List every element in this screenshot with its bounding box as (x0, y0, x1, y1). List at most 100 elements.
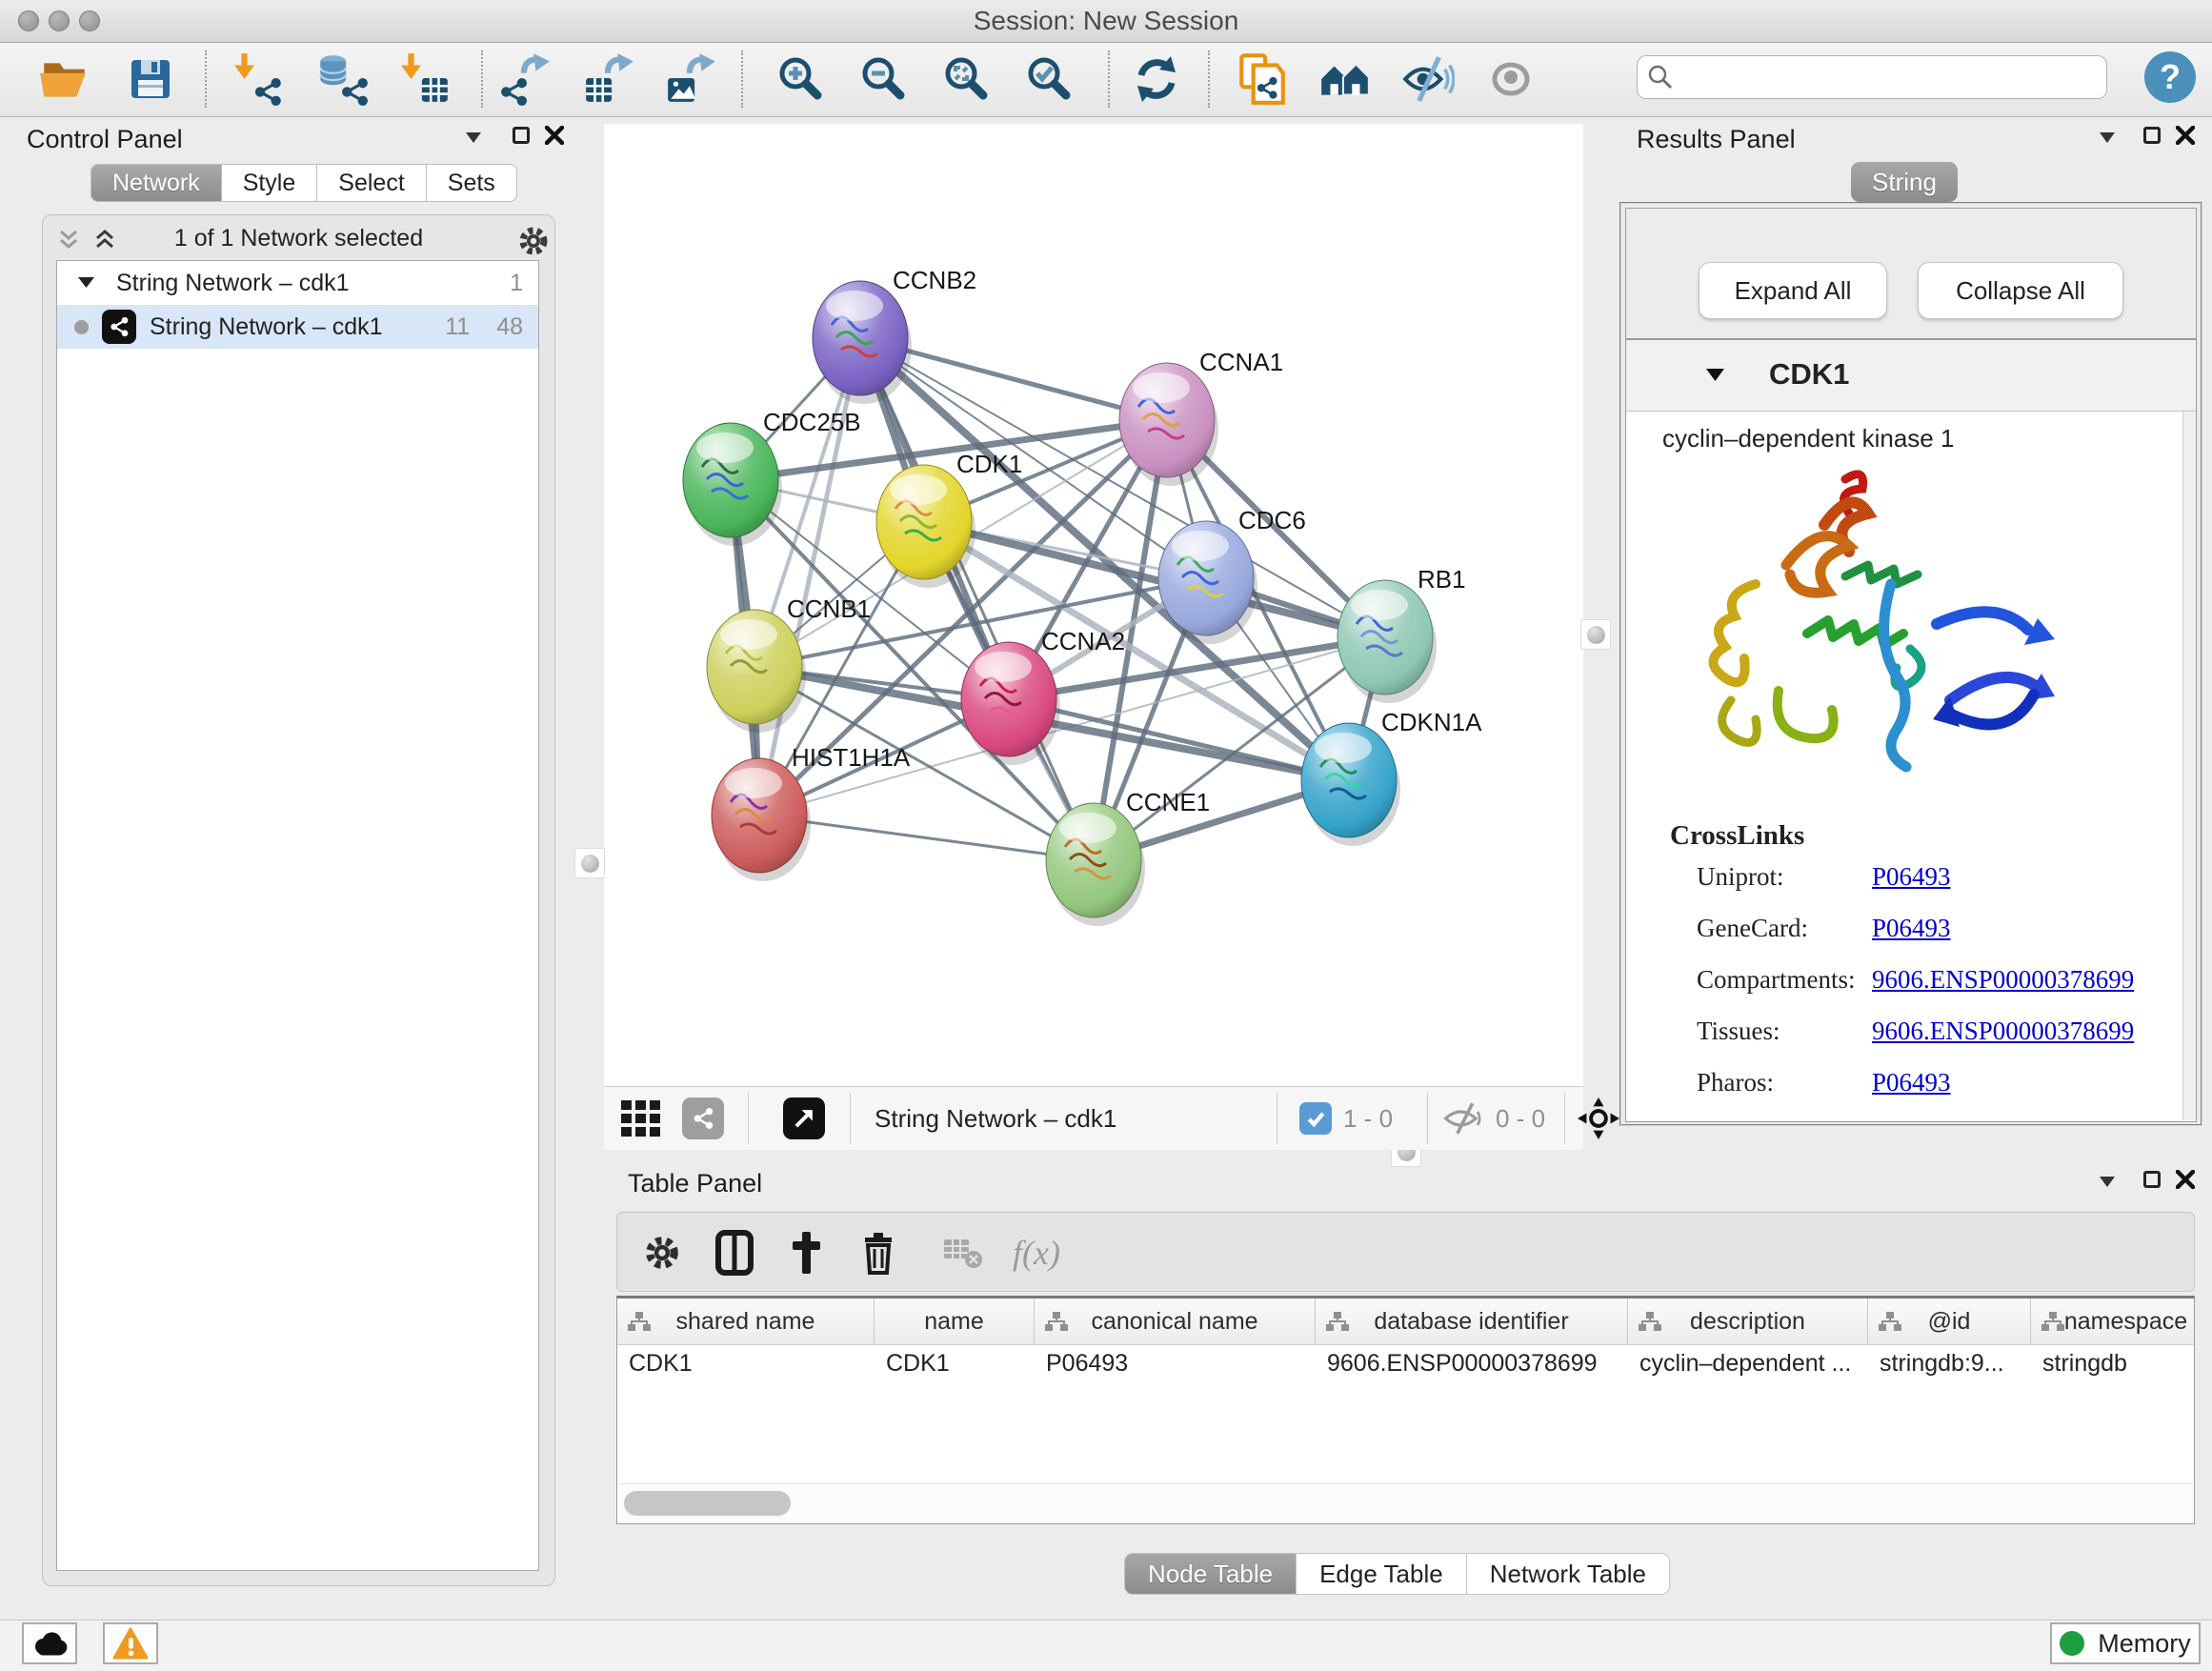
crosslink-link[interactable]: 9606.ENSP00000378699 (1872, 965, 2134, 994)
control-panel-float-button[interactable] (513, 127, 530, 144)
network-node-RB1[interactable] (1337, 580, 1433, 695)
network-canvas[interactable]: CCNB2CCNA1CDC25BCDK1CDC6RB1CCNB1CCNA2CDK… (604, 124, 1583, 1086)
search-input[interactable] (1681, 62, 2097, 93)
cloud-status-button[interactable] (22, 1622, 77, 1664)
network-collection-row[interactable]: String Network – cdk1 1 (57, 261, 538, 305)
eye-hide-icon (1399, 51, 1455, 107)
network-edge[interactable] (860, 338, 1094, 860)
zoom-selected-icon (1023, 52, 1076, 106)
table-panel-menu-caret[interactable] (2100, 1177, 2117, 1188)
column-header-database-identifier[interactable]: database identifier (1316, 1299, 1628, 1344)
open-session-button[interactable] (34, 49, 95, 110)
export-image-button[interactable] (661, 49, 722, 110)
help-button[interactable]: ? (2144, 51, 2196, 103)
network-options-gear-icon[interactable] (515, 223, 552, 259)
zoom-out-button[interactable] (854, 49, 915, 110)
right-splitter-handle[interactable] (1580, 619, 1611, 650)
tab-network[interactable]: Network (90, 164, 222, 202)
left-splitter-handle[interactable] (574, 848, 605, 878)
zoom-selected-button[interactable] (1019, 49, 1080, 110)
show-columns-button[interactable] (710, 1228, 759, 1278)
network-node-CCNE1[interactable] (1046, 803, 1141, 917)
network-node-CCNA1[interactable] (1119, 363, 1215, 477)
delete-column-button[interactable] (854, 1228, 903, 1278)
export-network-button[interactable] (495, 49, 556, 110)
function-builder-button[interactable]: f(x) (998, 1228, 1075, 1278)
table-row[interactable]: CDK1CDK1P064939606.ENSP00000378699cyclin… (617, 1345, 2194, 1385)
import-table-button[interactable] (394, 49, 455, 110)
selected-nodes-checkbox[interactable] (1299, 1102, 1332, 1135)
memory-status-dot (2060, 1631, 2084, 1656)
crosslink-link[interactable]: 9606.ENSP00000378699 (1872, 1017, 2134, 1045)
hidden-eye-icon[interactable] (1442, 1101, 1484, 1136)
tab-network-table[interactable]: Network Table (1467, 1553, 1670, 1595)
zoom-fit-button[interactable] (936, 49, 997, 110)
share-icon (691, 1106, 715, 1131)
control-panel-menu-caret[interactable] (466, 132, 483, 144)
zoom-in-button[interactable] (771, 49, 832, 110)
import-network-from-database-button[interactable] (311, 49, 372, 110)
column-header-namespace[interactable]: namespace (2031, 1299, 2195, 1344)
crosslink-link[interactable]: P06493 (1872, 914, 1951, 942)
column-header--id[interactable]: @id (1868, 1299, 2031, 1344)
results-panel-menu-caret[interactable] (2100, 132, 2117, 144)
tab-select[interactable]: Select (317, 164, 426, 202)
zoom-in-icon (774, 52, 828, 106)
network-status-dot (74, 320, 89, 334)
result-card-header[interactable]: CDK1 (1626, 340, 2196, 412)
table-options-button[interactable] (637, 1228, 687, 1278)
network-node-CCNA2[interactable] (961, 642, 1056, 756)
network-graph[interactable]: CCNB2CCNA1CDC25BCDK1CDC6RB1CCNB1CCNA2CDK… (604, 124, 1583, 1086)
network-node-CCNB2[interactable] (813, 281, 908, 395)
create-column-button[interactable] (781, 1228, 831, 1278)
column-label: database identifier (1374, 1308, 1568, 1336)
table-cell: cyclin–dependent ... (1628, 1345, 1868, 1385)
network-row-selected[interactable]: String Network – cdk1 11 48 (57, 305, 538, 349)
scrollbar-thumb[interactable] (624, 1491, 791, 1516)
tab-node-table[interactable]: Node Table (1124, 1553, 1297, 1595)
tree-expander-icon[interactable] (78, 277, 95, 289)
string-network-badge[interactable] (682, 1097, 724, 1139)
import-network-button[interactable] (228, 49, 289, 110)
collapse-all-button[interactable]: Collapse All (1918, 262, 2123, 319)
tab-string[interactable]: String (1851, 162, 1958, 202)
show-all-panels-button[interactable] (1315, 49, 1376, 110)
warnings-button[interactable] (103, 1622, 158, 1664)
clone-network-button[interactable] (1231, 49, 1292, 110)
network-node-CDK1[interactable] (876, 465, 972, 579)
crosslink-link[interactable]: P06493 (1872, 862, 1951, 891)
grid-view-icon[interactable] (621, 1100, 665, 1138)
delete-table-button[interactable] (938, 1228, 988, 1278)
tab-sets[interactable]: Sets (427, 164, 517, 202)
card-expander-icon[interactable] (1706, 369, 1725, 382)
hide-selected-button[interactable] (1397, 49, 1458, 110)
crosslink-link[interactable]: P06493 (1872, 1068, 1951, 1097)
fit-content-crosshair-icon[interactable] (1578, 1097, 1619, 1139)
memory-button[interactable]: Memory (2050, 1622, 2201, 1664)
results-scrollbar[interactable] (2182, 412, 2196, 1120)
results-panel-close-icon[interactable] (2176, 126, 2195, 145)
table-horizontal-scrollbar[interactable] (618, 1483, 2193, 1522)
tab-edge-table[interactable]: Edge Table (1297, 1553, 1467, 1595)
table-panel-close-icon[interactable] (2176, 1170, 2195, 1189)
export-table-button[interactable] (579, 49, 640, 110)
application-window: Session: New Session (0, 0, 2212, 1671)
table-panel-float-button[interactable] (2143, 1171, 2161, 1188)
column-header-canonical-name[interactable]: canonical name (1035, 1299, 1316, 1344)
expand-all-button[interactable]: Expand All (1699, 262, 1887, 319)
column-header-shared-name[interactable]: shared name (617, 1299, 875, 1344)
apply-layout-button[interactable] (1126, 49, 1187, 110)
tab-style[interactable]: Style (222, 164, 318, 202)
column-header-description[interactable]: description (1628, 1299, 1868, 1344)
control-panel-close-icon[interactable] (545, 126, 564, 145)
show-selected-button[interactable] (1480, 49, 1541, 110)
network-node-CDC25B[interactable] (683, 423, 778, 537)
column-header-name[interactable]: name (875, 1299, 1035, 1344)
network-node-HIST1H1A[interactable] (712, 758, 807, 873)
save-session-button[interactable] (120, 49, 181, 110)
network-node-CCNB1[interactable] (707, 610, 802, 724)
network-node-CDC6[interactable] (1158, 521, 1254, 635)
results-panel-float-button[interactable] (2143, 127, 2161, 144)
birds-eye-view-button[interactable] (783, 1097, 825, 1139)
network-node-CDKN1A[interactable] (1301, 723, 1397, 837)
